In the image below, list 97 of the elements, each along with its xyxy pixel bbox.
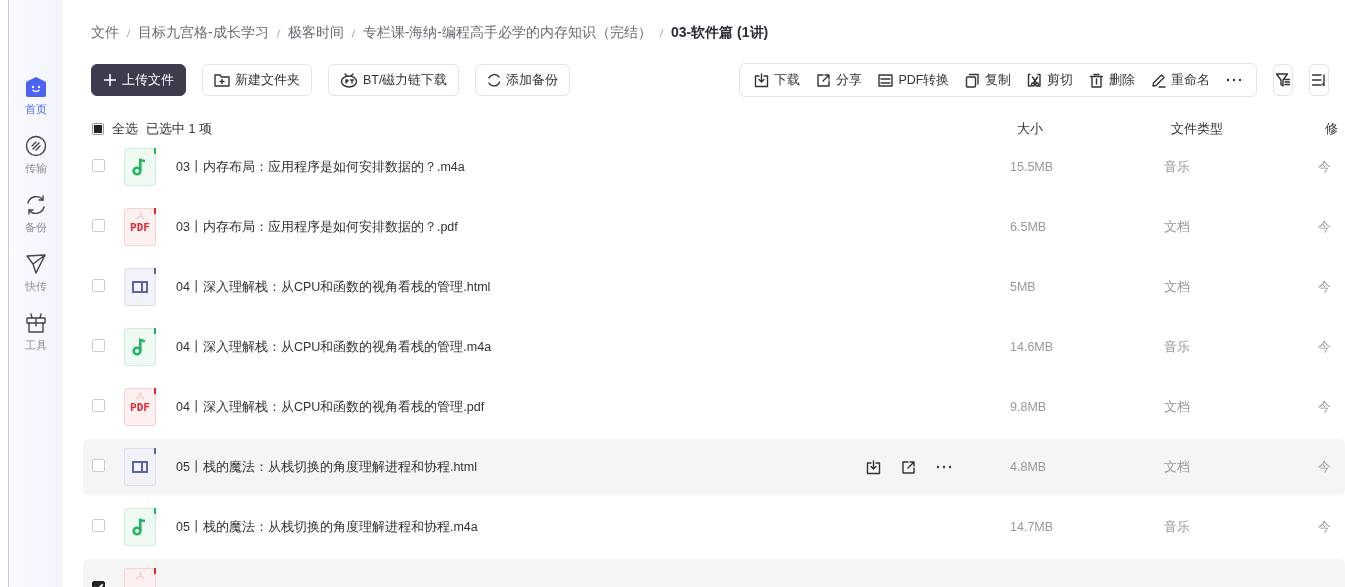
acrobat-icon (135, 392, 145, 400)
share-icon (816, 72, 832, 88)
file-name[interactable]: 05丨栈的魔法：从栈切换的角度理解进程和协程.m4a (176, 519, 478, 534)
modified-date: 今 (1318, 159, 1331, 174)
select-all-label[interactable]: 全选 (112, 120, 138, 138)
modified-date: 今 (1318, 519, 1331, 534)
more-icon (936, 465, 952, 469)
toolbar-button[interactable]: 添加备份 (475, 64, 571, 96)
pdf-label: PDF (130, 221, 150, 234)
file-size: 4.8MB (1010, 460, 1047, 474)
file-type: 音乐 (1164, 339, 1190, 354)
home-icon (24, 76, 47, 98)
audio-file-icon (124, 328, 156, 366)
current-folder: 03-软件篇 (1讲) (671, 24, 769, 42)
file-row[interactable]: 04丨深入理解栈：从CPU和函数的视角看栈的管理.html 5MB 文档 今 (83, 259, 1345, 315)
action-button[interactable]: 重命名 (1143, 65, 1219, 95)
file-row[interactable]: PDF 04丨深入理解栈：从CPU和函数的视角看栈的管理.pdf 9.8MB 文档 今 (83, 379, 1345, 435)
action-button[interactable]: 分享 (808, 65, 871, 95)
file-type: 音乐 (1164, 519, 1190, 534)
paper-plane-icon (24, 253, 47, 275)
sync-icon (24, 194, 47, 216)
action-button[interactable]: 下载 (746, 65, 809, 95)
file-type: 文档 (1164, 219, 1190, 234)
breadcrumb-link[interactable]: 目标九宫格-成长学习 (138, 24, 269, 42)
modified-date: 今 (1318, 399, 1331, 414)
file-size: 14.7MB (1010, 520, 1054, 534)
trash-icon (1089, 72, 1105, 88)
file-row[interactable]: 03丨内存布局：应用程序是如何安排数据的？.m4a 15.5MB 音乐 今 (83, 139, 1345, 195)
breadcrumb-link[interactable]: 文件 (91, 24, 119, 42)
acrobat-icon (135, 212, 145, 220)
transfer-icon (24, 135, 47, 157)
web-file-icon (124, 448, 156, 486)
action-button[interactable]: PDF转换 (870, 65, 958, 95)
toolbar-button[interactable]: BT/磁力链下载 (328, 64, 460, 96)
scissors-icon (1027, 72, 1043, 88)
download-button[interactable] (866, 457, 881, 477)
file-name[interactable]: 03丨内存布局：应用程序是如何安排数据的？.m4a (176, 159, 465, 174)
bt-icon (340, 72, 358, 88)
file-row[interactable]: 05丨栈的魔法：从栈切换的角度理解进程和协程.html 4.8MB 文档 今 (83, 439, 1345, 495)
action-button[interactable]: 复制 (957, 65, 1020, 95)
file-name[interactable]: 04丨深入理解栈：从CPU和函数的视角看栈的管理.html (176, 279, 491, 294)
file-size: 9.8MB (1010, 400, 1047, 414)
sort-button[interactable] (1309, 64, 1329, 96)
breadcrumb-separator (350, 28, 356, 38)
file-type: 文档 (1164, 279, 1190, 294)
file-type: 音乐 (1164, 159, 1190, 174)
modified-date: 今 (1318, 279, 1331, 294)
file-row[interactable]: 04丨深入理解栈：从CPU和函数的视角看栈的管理.m4a 14.6MB 音乐 今 (83, 319, 1345, 375)
pdf-label: PDF (130, 401, 150, 414)
file-type: 文档 (1164, 459, 1190, 474)
breadcrumb-separator (126, 28, 131, 38)
download-icon (866, 459, 881, 475)
pencil-icon (1151, 72, 1167, 88)
sync-icon (487, 73, 502, 87)
sort-icon (1311, 72, 1328, 88)
selection-count: 已选中 1 项 (146, 120, 212, 138)
file-size: 6.5MB (1010, 220, 1047, 234)
web-file-icon (124, 268, 156, 306)
column-header[interactable]: 修 (1325, 120, 1338, 138)
column-header[interactable]: 文件类型 (1171, 120, 1325, 138)
toolbox-icon (24, 312, 47, 334)
modified-date: 今 (1318, 219, 1331, 234)
audio-file-icon (124, 508, 156, 546)
modified-date: 今 (1318, 339, 1331, 354)
column-header[interactable]: 大小 (1017, 120, 1171, 138)
modified-date: 今 (1318, 459, 1331, 474)
audio-file-icon (124, 148, 156, 186)
document-icon (878, 72, 894, 88)
more-icon (1226, 78, 1243, 82)
filter-button[interactable] (1273, 64, 1294, 96)
file-name[interactable]: 04丨深入理解栈：从CPU和函数的视角看栈的管理.pdf (176, 399, 485, 414)
share-icon (901, 459, 916, 475)
file-row[interactable]: 05丨栈的魔法：从栈切换的角度理解进程和协程.m4a 14.7MB 音乐 今 (83, 499, 1345, 555)
breadcrumb-link[interactable]: 专栏课-海纳-编程高手必学的内存知识（完结） (362, 24, 652, 42)
file-size: 15.5MB (1010, 160, 1054, 174)
nav-item[interactable]: 首页 (13, 76, 58, 117)
breadcrumb-link[interactable]: 极客时间 (287, 24, 344, 42)
file-size: 5MB (1010, 280, 1036, 294)
filter-icon (1275, 72, 1292, 88)
upload-button[interactable]: 上传文件 (91, 64, 186, 96)
file-row[interactable]: PDF 03丨内存布局：应用程序是如何安排数据的？.pdf 6.5MB 文档 今 (83, 199, 1345, 255)
breadcrumb-separator (659, 28, 664, 38)
file-type: 文档 (1164, 399, 1190, 414)
copy-icon (965, 72, 981, 88)
file-size: 14.6MB (1010, 340, 1054, 354)
breadcrumb-separator (275, 28, 281, 38)
toolbar-button[interactable]: 新建文件夹 (202, 64, 312, 96)
action-button[interactable]: 剪切 (1019, 65, 1082, 95)
action-button[interactable]: 删除 (1081, 65, 1144, 95)
folder-plus-icon (214, 73, 230, 87)
file-name[interactable]: 05丨栈的魔法：从栈切换的角度理解进程和协程.html (176, 459, 477, 474)
acrobat-icon (135, 572, 145, 580)
plus-icon (103, 73, 117, 87)
file-name[interactable]: 04丨深入理解栈：从CPU和函数的视角看栈的管理.m4a (176, 339, 492, 354)
file-name[interactable]: 03丨内存布局：应用程序是如何安排数据的？.pdf (176, 219, 458, 234)
download-icon (754, 72, 770, 88)
checkbox[interactable] (92, 123, 104, 135)
